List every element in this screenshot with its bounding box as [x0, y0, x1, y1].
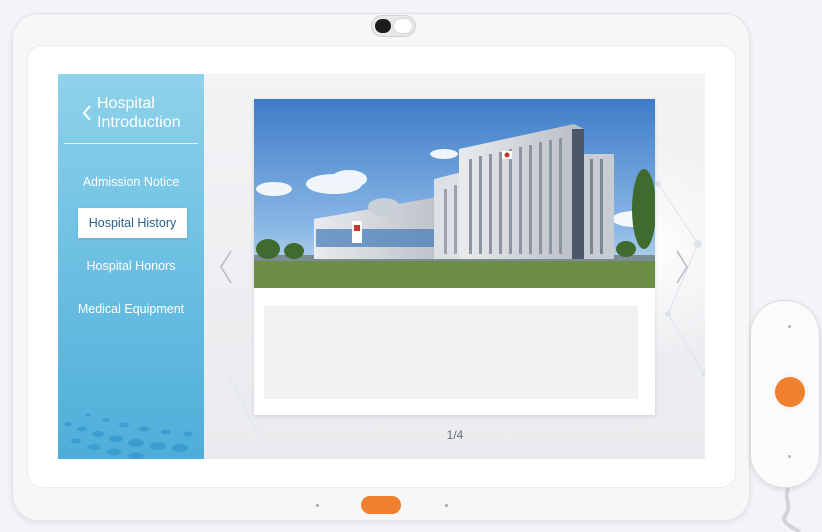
back-button[interactable]: Hospital Introduction: [58, 92, 204, 140]
page-indicator: 1/4: [446, 428, 464, 442]
next-slide-button[interactable]: [672, 247, 692, 287]
sidebar: Hospital Introduction Admission Notice H…: [58, 74, 204, 459]
home-button[interactable]: [361, 496, 401, 514]
bezel-sensor-left: [316, 504, 319, 507]
sidebar-item-hospital-history[interactable]: Hospital History: [78, 208, 187, 238]
bezel-sensor-right: [445, 504, 448, 507]
divider: [64, 143, 198, 144]
hospital-building-photo: [254, 99, 655, 288]
handset-indicator-bottom: [788, 455, 791, 458]
chevron-right-icon: [676, 250, 688, 284]
slide-card: [254, 99, 655, 415]
previous-slide-button[interactable]: [216, 247, 236, 287]
sidebar-item-hospital-honors[interactable]: Hospital Honors: [58, 258, 204, 274]
decorative-dot-pattern: [64, 413, 193, 459]
camera-lens: [375, 19, 391, 33]
nurse-call-button[interactable]: [775, 377, 805, 407]
description-area: [264, 306, 638, 399]
chevron-left-icon: [220, 250, 232, 284]
camera-privacy-slider[interactable]: [371, 15, 416, 37]
handset-indicator-top: [788, 325, 791, 328]
sidebar-item-admission-notice[interactable]: Admission Notice: [58, 174, 204, 190]
chevron-left-icon: [82, 105, 91, 121]
page-title: Hospital Introduction: [97, 95, 181, 131]
sidebar-item-medical-equipment[interactable]: Medical Equipment: [58, 301, 204, 317]
privacy-shutter: [394, 19, 412, 33]
